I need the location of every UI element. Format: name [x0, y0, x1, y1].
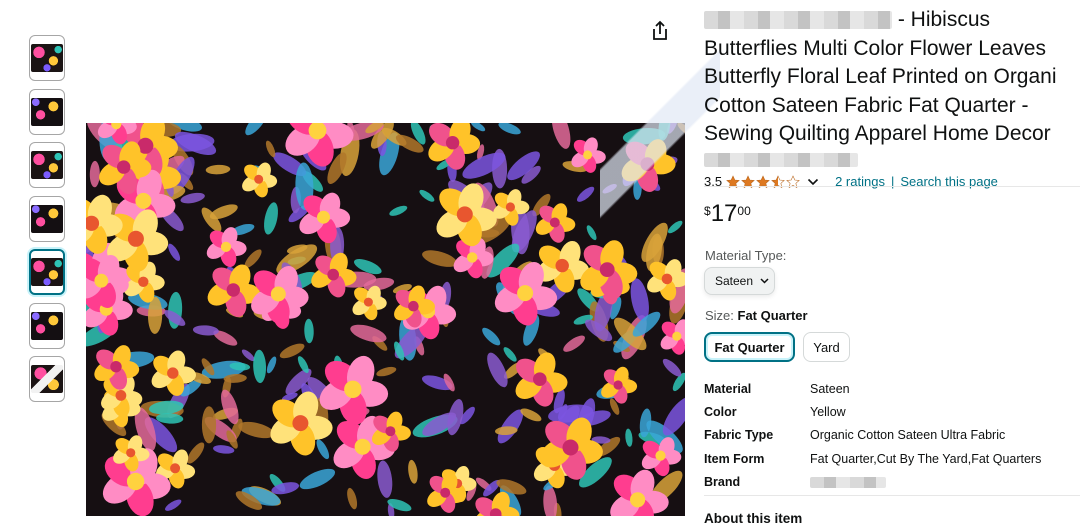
thumbnail-4[interactable]: [29, 195, 65, 242]
product-specs-table: Material Sateen Color Yellow Fabric Type…: [704, 377, 1080, 494]
thumbnail-6[interactable]: [29, 302, 65, 349]
share-icon[interactable]: [650, 20, 670, 42]
spec-row: Fabric Type Organic Cotton Sateen Ultra …: [704, 424, 1080, 447]
chevron-down-icon: [760, 278, 769, 284]
size-label-text: Size:: [705, 308, 738, 323]
price-currency: $: [704, 204, 711, 218]
redacted-brand: [704, 11, 892, 30]
spec-value: Sateen: [810, 381, 850, 396]
main-product-image[interactable]: [86, 123, 685, 516]
material-type-dropdown[interactable]: Sateen: [704, 267, 775, 295]
title-line-2: Butterflies Multi Color Flower Leaves: [704, 36, 1046, 60]
divider: [704, 495, 1080, 496]
title-line-1: - Hibiscus: [704, 6, 1080, 35]
spec-key: Color: [704, 405, 737, 420]
size-option-fat-quarter[interactable]: Fat Quarter: [704, 332, 795, 362]
product-details: - Hibiscus Butterflies Multi Color Flowe…: [704, 6, 1080, 191]
spec-key: Fabric Type: [704, 428, 774, 443]
spec-row: Material Sateen: [704, 377, 1080, 400]
thumbnail-image: [31, 365, 63, 393]
spec-key: Material: [704, 381, 752, 396]
spec-value-brand: [810, 475, 886, 489]
thumbnail-image: [31, 97, 63, 126]
price-fraction: 00: [737, 204, 751, 218]
fabric-pattern: [86, 123, 685, 516]
size-label: Size: Fat Quarter: [705, 308, 808, 323]
thumbnail-image: [31, 311, 63, 340]
about-this-item-heading: About this item: [704, 511, 803, 526]
price: $ 17 00: [704, 201, 751, 227]
thumbnail-strip: [29, 35, 65, 410]
product-title: - Hibiscus Butterflies Multi Color Flowe…: [704, 6, 1080, 149]
title-line-4: Cotton Sateen Fabric Fat Quarter -: [704, 93, 1029, 117]
thumbnail-1[interactable]: [29, 35, 65, 81]
spec-key: Item Form: [704, 451, 765, 466]
spec-row: Brand: [704, 471, 1080, 494]
thumbnail-image: [31, 258, 63, 286]
redacted-store-link[interactable]: [704, 152, 858, 167]
title-line-3: Butterfly Floral Leaf Printed on Organi: [704, 65, 1057, 88]
thumbnail-5-selected[interactable]: [29, 249, 65, 295]
spec-key: Brand: [704, 475, 741, 490]
size-selected-value: Fat Quarter: [737, 308, 808, 323]
material-type-label: Material Type:: [705, 248, 787, 263]
spec-value: Organic Cotton Sateen Ultra Fabric: [810, 428, 1006, 443]
chevron-down-icon[interactable]: [807, 177, 819, 187]
material-selected-value: Sateen: [715, 274, 754, 288]
divider: [704, 186, 1080, 187]
thumbnail-image: [31, 44, 63, 72]
thumbnail-image: [31, 151, 63, 179]
spec-value: Fat Quarter,Cut By The Yard,Fat Quarters: [810, 451, 1042, 466]
size-option-yard[interactable]: Yard: [803, 332, 850, 362]
thumbnail-2[interactable]: [29, 88, 65, 135]
price-whole: 17: [710, 200, 738, 227]
thumbnail-image: [31, 204, 63, 233]
spec-row: Color Yellow: [704, 400, 1080, 423]
rating-row: 3.5 2 ratings | Search this page: [704, 173, 1080, 191]
redacted-brand-value: [810, 477, 886, 489]
title-text: - Hibiscus: [892, 8, 991, 31]
thumbnail-7[interactable]: [29, 356, 65, 402]
spec-value: Yellow: [810, 405, 846, 420]
title-line-5: Sewing Quilting Apparel Home Decor: [704, 122, 1051, 145]
thumbnail-3[interactable]: [29, 142, 65, 188]
spec-row: Item Form Fat Quarter,Cut By The Yard,Fa…: [704, 447, 1080, 470]
